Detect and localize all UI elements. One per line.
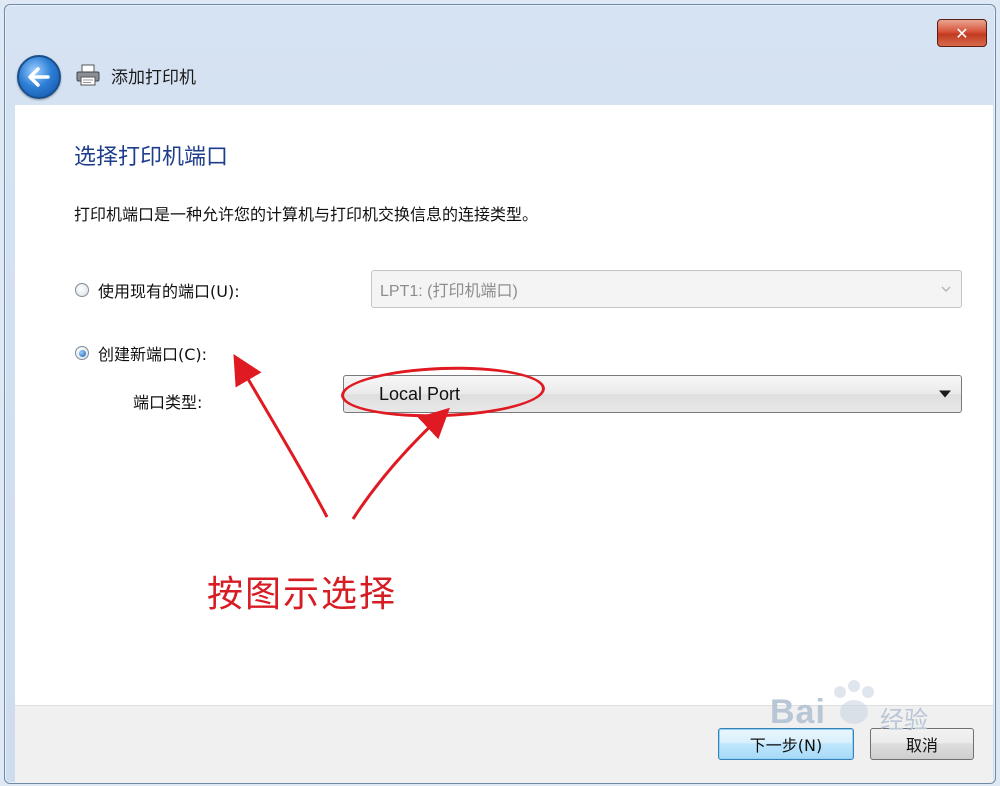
annotation-arrow-left	[233, 354, 329, 518]
watermark-text: Bai	[770, 693, 826, 731]
back-arrow-icon	[28, 67, 50, 87]
printer-icon	[76, 64, 100, 86]
back-button[interactable]	[17, 55, 61, 99]
wizard-content: 选择打印机端口 打印机端口是一种允许您的计算机与打印机交换信息的连接类型。 使用…	[15, 105, 993, 705]
close-icon: ✕	[955, 23, 969, 43]
annotation-arrows	[233, 354, 450, 520]
wizard-header: 添加打印机	[5, 49, 995, 105]
add-printer-window: ✕ 添加打印机 选择打印机端口 打印机端口是一种允许您的计算机与打印机交换信息的…	[4, 4, 996, 784]
annotation-text: 按图示选择	[207, 574, 398, 615]
annotation-arrow-right	[351, 407, 450, 520]
window-title: 添加打印机	[111, 68, 196, 88]
watermark-cn-text: 经验	[880, 706, 928, 734]
close-button[interactable]: ✕	[937, 19, 987, 47]
